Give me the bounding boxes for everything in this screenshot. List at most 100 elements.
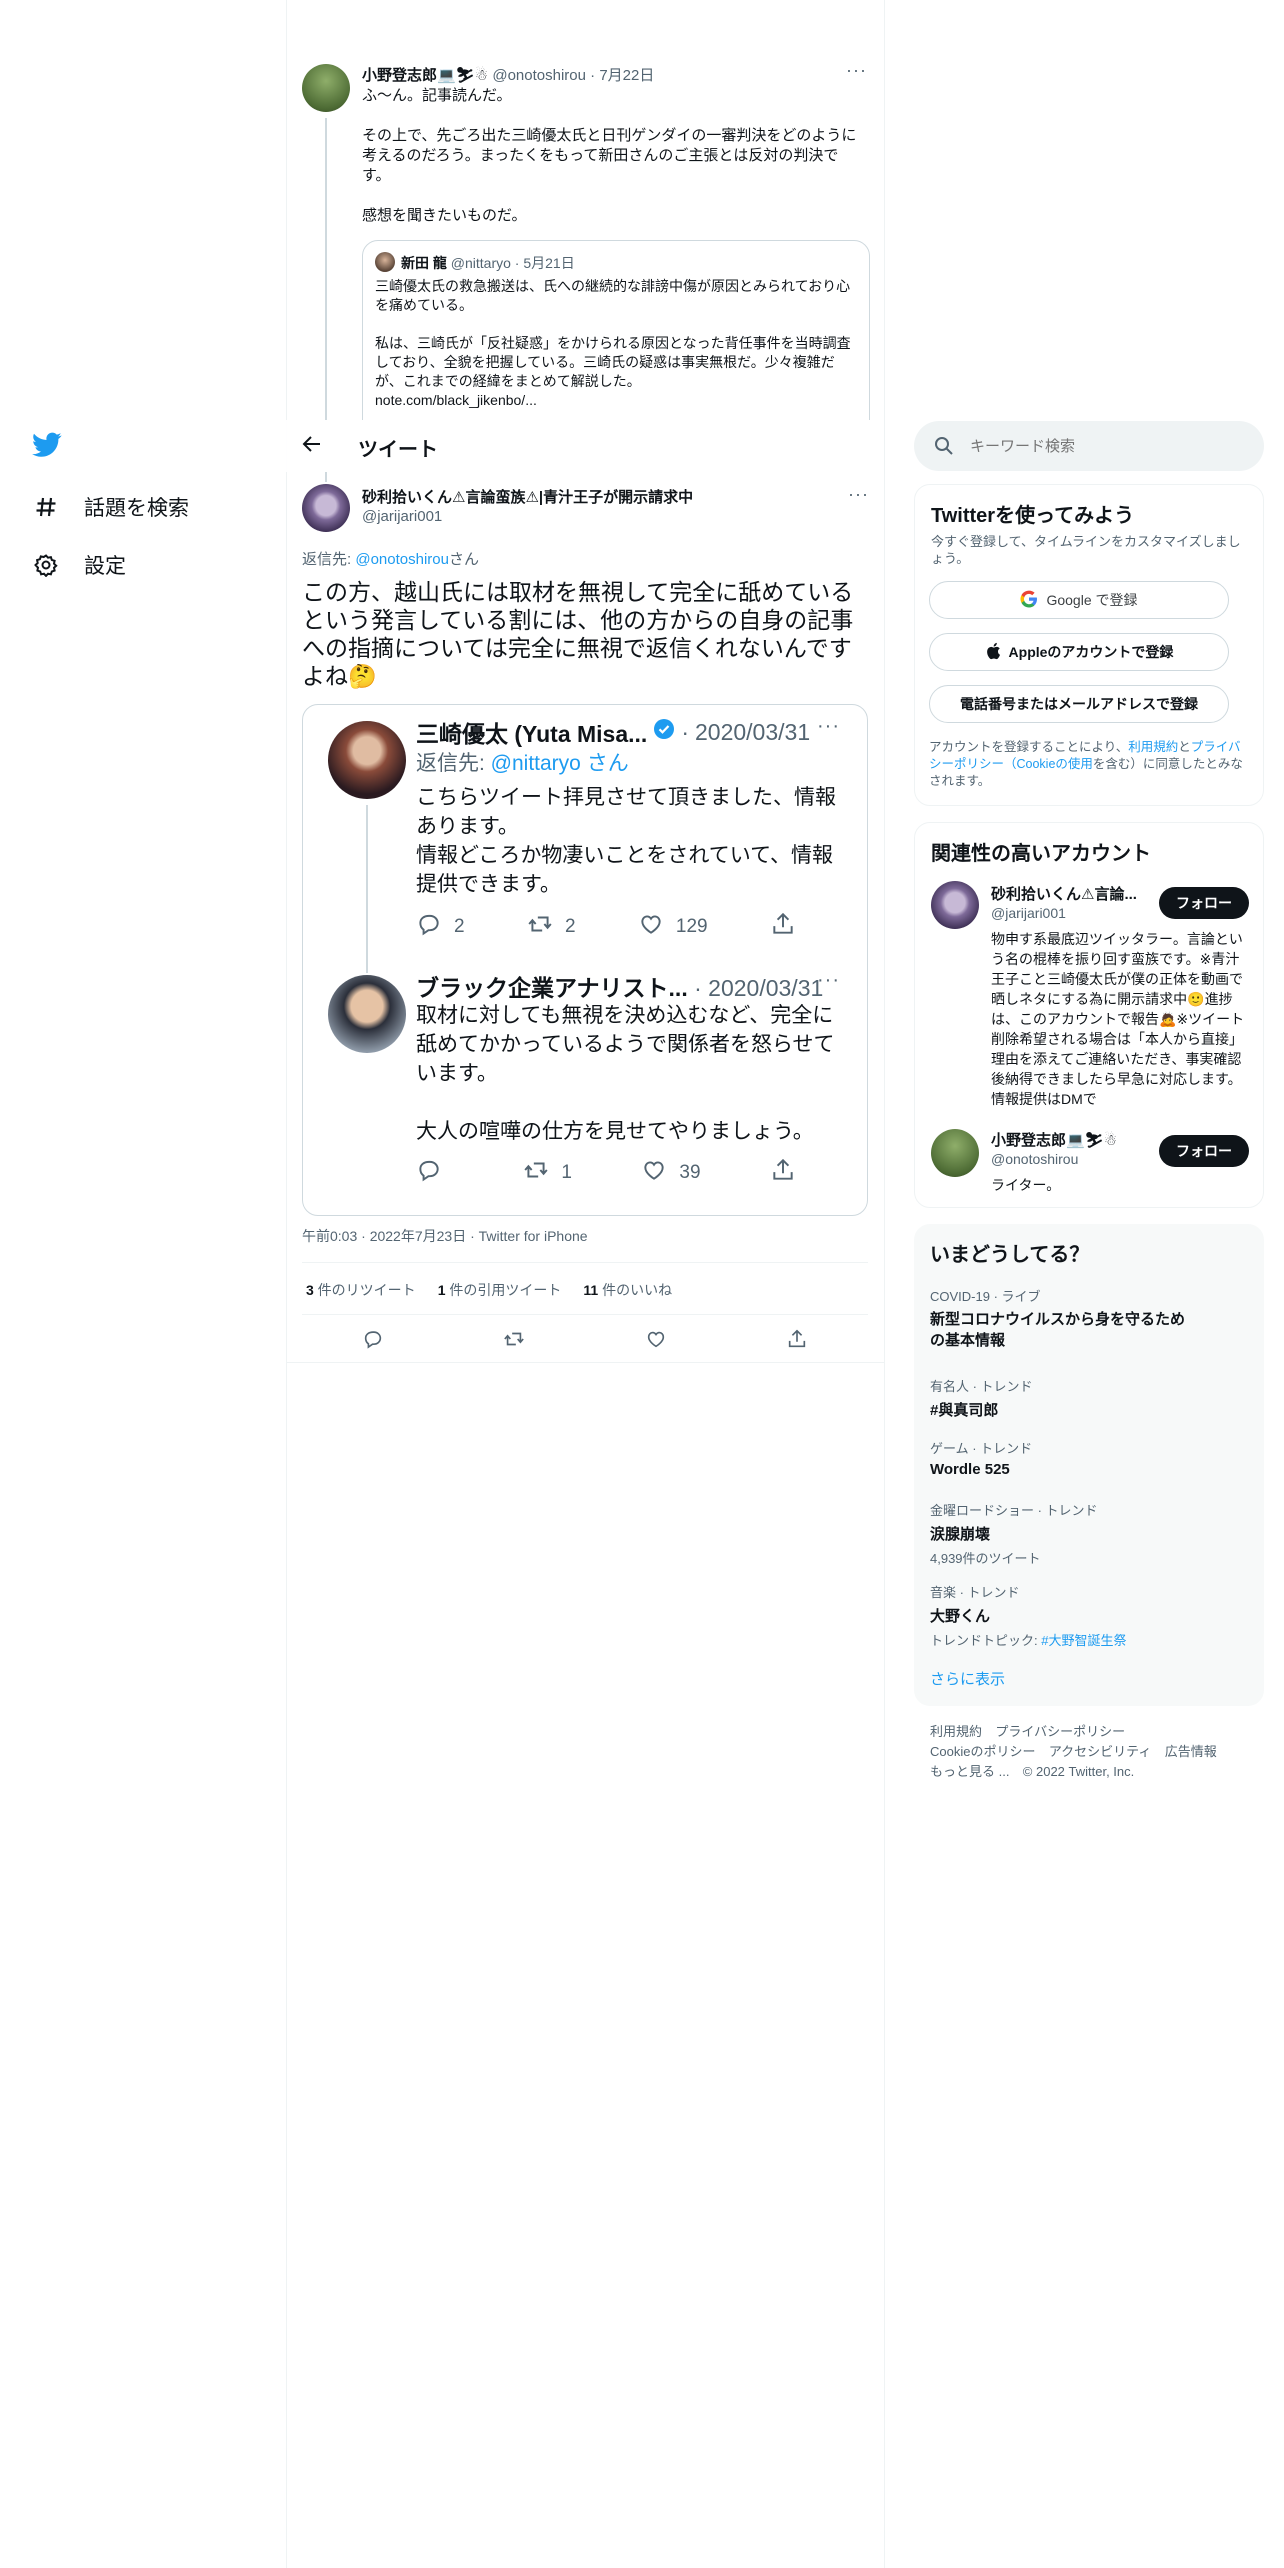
nav-settings[interactable]: 設定 <box>34 550 126 580</box>
tweet-header: ツイート <box>286 420 884 472</box>
terms-link[interactable]: 利用規約 <box>1128 740 1178 754</box>
footer-copyright: © 2022 Twitter, Inc. <box>1022 1764 1135 1779</box>
trend-item[interactable]: 金曜ロードショー · トレンド 涙腺崩壊 4,939件のツイート <box>930 1500 1098 1567</box>
reply-action[interactable]: 2 <box>416 911 465 943</box>
retweet-action[interactable]: 2 <box>527 911 576 943</box>
trend-topic-link[interactable]: #大野智誕生祭 <box>1041 1633 1126 1648</box>
footer-more-link[interactable]: もっと見る ... <box>930 1764 1009 1779</box>
avatar[interactable] <box>302 64 350 112</box>
context-tweet[interactable]: 小野登志郎💻⛷☃ @onotoshirou · 7月22日 ··· ふ～ん。記事… <box>286 0 884 420</box>
avatar[interactable] <box>931 881 979 929</box>
quoted-tweet[interactable]: 新田 龍 @nittaryo · 5月21日 三崎優太氏の救急搬送は、氏への継続… <box>362 240 870 420</box>
related-accounts-panel: 関連性の高いアカウント 砂利拾いくん⚠言論... @jarijari001 フォ… <box>914 822 1264 1208</box>
share-action[interactable] <box>770 1157 796 1189</box>
footer-link[interactable]: Cookieのポリシー <box>930 1744 1035 1759</box>
trend-item[interactable]: 有名人 · トレンド #與真司郎 <box>930 1376 1033 1420</box>
retweet-icon <box>523 1157 549 1189</box>
quote-link[interactable]: note.com/black_jikenbo/... <box>375 391 859 410</box>
signup-panel: Twitterを使ってみよう 今すぐ登録して、タイムラインをカスタマイズしましょ… <box>914 484 1264 806</box>
related-account-name[interactable]: 小野登志郎💻⛷☃ <box>991 1129 1117 1150</box>
author-name[interactable]: 砂利拾いくん⚠言論蛮族⚠|青汁王子が開示請求中 <box>362 486 693 507</box>
follow-button[interactable]: フォロー <box>1159 887 1249 919</box>
phone-signup-label: 電話番号またはメールアドレスで登録 <box>960 696 1198 712</box>
related-account-name[interactable]: 砂利拾いくん⚠言論... <box>991 883 1137 904</box>
reply-icon <box>416 911 442 943</box>
trend-tweet-count: 4,939件のツイート <box>930 1551 1041 1566</box>
trend-item[interactable]: ゲーム · トレンド Wordle 525 <box>930 1438 1032 1478</box>
google-signup-button[interactable]: Google で登録 <box>929 581 1229 619</box>
divider <box>286 1362 884 1363</box>
likes-stat[interactable]: 11 件のいいね <box>583 1280 672 1300</box>
trend-category: 金曜ロードショー · トレンド <box>930 1503 1098 1518</box>
avatar[interactable] <box>328 721 406 799</box>
reply-to-link[interactable]: @onotoshirou <box>355 551 449 568</box>
share-icon[interactable] <box>786 1328 808 1355</box>
quote-date: 5月21日 <box>523 255 575 271</box>
tweet-actions <box>302 1328 868 1355</box>
embedded-author-name[interactable]: ブラック企業アナリスト... <box>416 975 688 1001</box>
nav-settings-label: 設定 <box>84 555 126 578</box>
embedded-text-2: 情報どころか物凄いことをされていて、情報提供できます。 <box>416 844 834 896</box>
avatar[interactable] <box>931 1129 979 1177</box>
search-input[interactable] <box>970 432 1240 460</box>
like-action[interactable]: 129 <box>638 911 708 943</box>
retweets-stat[interactable]: 3 件のリツイート <box>306 1280 416 1300</box>
quotes-stat[interactable]: 1 件の引用ツイート <box>438 1280 562 1300</box>
retweet-count: 1 <box>561 1162 572 1183</box>
search-box[interactable] <box>914 421 1264 471</box>
reply-to-link[interactable]: @nittaryo さん <box>491 752 629 775</box>
avatar[interactable] <box>328 975 406 1053</box>
author-name[interactable]: 小野登志郎💻⛷☃ <box>362 67 488 84</box>
footer-link[interactable]: 利用規約 <box>930 1724 982 1739</box>
heart-icon <box>641 1157 667 1189</box>
trend-name: 大野くん <box>930 1608 991 1625</box>
avatar[interactable] <box>302 484 350 532</box>
footer-link[interactable]: アクセシビリティ <box>1049 1744 1152 1759</box>
embedded-author-name[interactable]: 三崎優太 (Yuta Misa... <box>416 715 647 749</box>
more-icon[interactable]: ··· <box>817 715 840 738</box>
more-icon[interactable]: ··· <box>817 969 840 992</box>
embedded-tweet-card[interactable]: 三崎優太 (Yuta Misa... · 2020/03/31 ··· 返信先:… <box>302 704 868 1216</box>
like-action[interactable]: 39 <box>641 1157 701 1189</box>
show-more-link[interactable]: さらに表示 <box>930 1668 1005 1689</box>
share-icon <box>770 1157 796 1189</box>
apple-signup-label: Appleのアカウントで登録 <box>1008 644 1174 660</box>
author-handle[interactable]: @jarijari001 <box>362 508 442 525</box>
twitter-bird-icon[interactable] <box>32 432 62 463</box>
retweet-action[interactable]: 1 <box>523 1157 572 1189</box>
share-action[interactable] <box>770 911 796 943</box>
divider <box>302 1314 868 1315</box>
apple-icon <box>985 642 1001 663</box>
footer-link[interactable]: 広告情報 <box>1165 1744 1217 1759</box>
reply-action[interactable] <box>416 1157 454 1189</box>
nav-explore[interactable]: 話題を検索 <box>34 492 189 522</box>
sidebar-footer: 利用規約 プライバシーポリシー Cookieのポリシー アクセシビリティ 広告情… <box>930 1722 1260 1782</box>
reply-icon[interactable] <box>362 1328 384 1355</box>
tweet-timestamp[interactable]: 午前0:03 · 2022年7月23日 · Twitter for iPhone <box>302 1226 588 1246</box>
footer-link[interactable]: プライバシーポリシー <box>995 1724 1125 1739</box>
trends-panel: いまどうしてる？ COVID-19 · ライブ 新型コロナウイルスから身を守るた… <box>914 1224 1264 1706</box>
apple-signup-button[interactable]: Appleのアカウントで登録 <box>929 633 1229 671</box>
trend-item[interactable]: COVID-19 · ライブ 新型コロナウイルスから身を守るための基本情報 <box>930 1286 1190 1351</box>
embedded-date[interactable]: 2020/03/31 <box>695 719 810 746</box>
trend-category: 有名人 · トレンド <box>930 1379 1033 1394</box>
tweet-date[interactable]: 7月22日 <box>599 67 654 84</box>
gear-icon <box>34 553 58 577</box>
hashtag-icon <box>34 495 58 519</box>
related-title: 関連性の高いアカウント <box>931 843 1151 865</box>
trend-category: COVID-19 · ライブ <box>930 1289 1041 1304</box>
more-icon[interactable]: ··· <box>848 484 869 505</box>
trend-item[interactable]: 音楽 · トレンド 大野くん トレンドトピック: #大野智誕生祭 <box>930 1582 1126 1649</box>
more-icon[interactable]: ··· <box>846 60 867 81</box>
signup-title: Twitterを使ってみよう <box>931 505 1135 527</box>
retweet-icon[interactable] <box>503 1328 525 1355</box>
tweet-text-2: その上で、先ごろ出た三崎優太氏と日刊ゲンダイの一審判決をどのように考えるのだろう… <box>362 127 857 184</box>
divider <box>302 1262 868 1263</box>
heart-icon[interactable] <box>645 1328 667 1355</box>
phone-email-signup-button[interactable]: 電話番号またはメールアドレスで登録 <box>929 685 1229 723</box>
embedded-date[interactable]: 2020/03/31 <box>708 975 823 1001</box>
back-arrow-icon[interactable] <box>302 434 322 459</box>
tweet-text-1: ふ～ん。記事読んだ。 <box>362 87 512 104</box>
follow-button[interactable]: フォロー <box>1159 1135 1249 1167</box>
trend-category: 音楽 · トレンド <box>930 1585 1020 1600</box>
